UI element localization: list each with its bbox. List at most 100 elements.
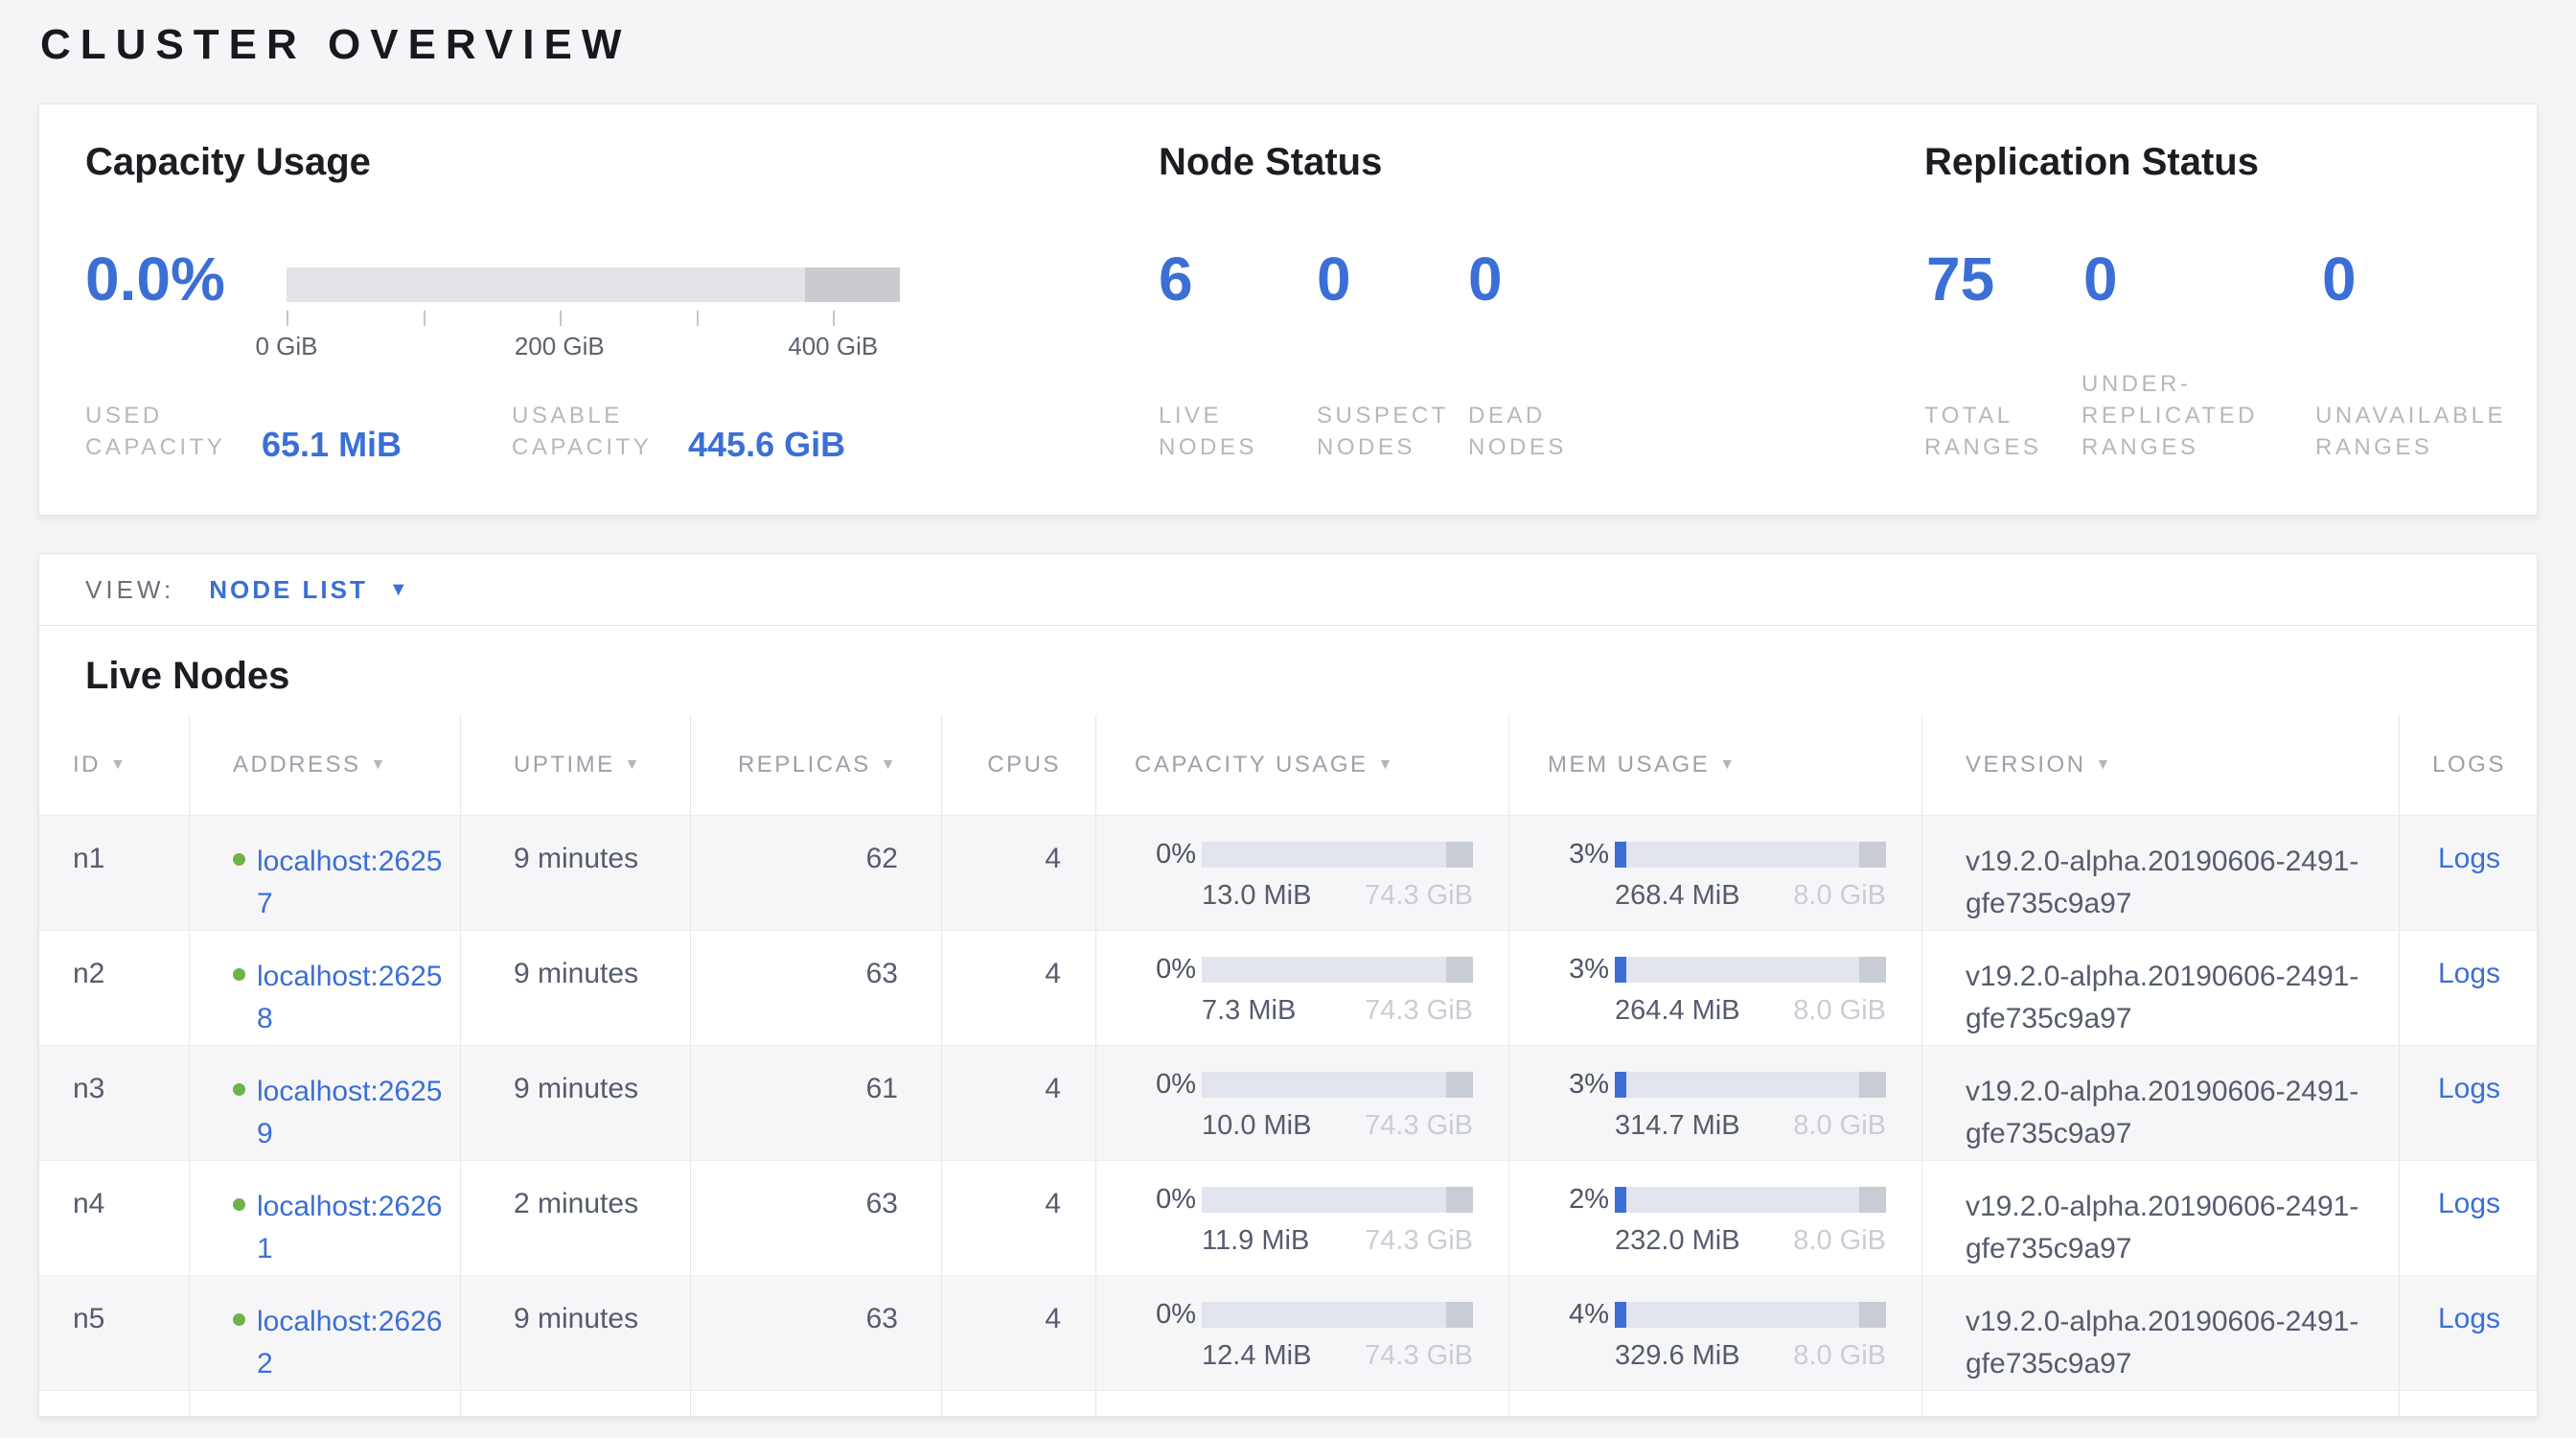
usable-capacity-label: USABLE CAPACITY	[512, 400, 673, 463]
mem-bar	[1615, 842, 1886, 868]
under-replicated-ranges-stat: 0 UNDER-REPLICATED RANGES	[2082, 104, 2312, 515]
column-header-mem-usage[interactable]: MEM USAGE ▼	[1509, 715, 1922, 815]
sort-arrow-icon: ▼	[1719, 756, 1736, 774]
chevron-down-icon[interactable]: ▼	[389, 579, 408, 601]
axis-label-0gib: 0 GiB	[255, 332, 317, 361]
capacity-used-value: 10.0 MiB	[1202, 1110, 1311, 1142]
mem-used-value: 232.0 MiB	[1615, 1225, 1740, 1257]
capacity-gauge-reserved-segment	[805, 267, 900, 302]
under-replicated-ranges-label: UNDER-REPLICATED RANGES	[2082, 368, 2273, 463]
logs-link[interactable]: Logs	[2438, 1188, 2500, 1219]
usable-capacity-value: 445.6 GiB	[688, 427, 845, 463]
logs-cell: Logs	[2400, 1161, 2538, 1275]
capacity-usage-cell: 0% 13.0 MiB 74.3 GiB	[1096, 816, 1509, 930]
table-row: n2 localhost:26258 9 minutes 63 4 0%	[39, 930, 2538, 1045]
cpus-cell: 4	[942, 816, 1096, 930]
live-nodes-value: 6	[1159, 246, 1193, 312]
capacity-usage-panel: Capacity Usage 0.0% 0 GiB 200 GiB 4	[85, 104, 1139, 515]
dead-nodes-stat: 0 DEAD NODES	[1468, 104, 1622, 515]
node-address-link[interactable]: localhost:26259	[257, 1071, 453, 1155]
node-list-card: VIEW: NODE LIST ▼ Live Nodes ID ▼ ADDRES…	[38, 553, 2538, 1417]
capacity-bar	[1202, 957, 1473, 983]
version-cell: v19.2.0-alpha.20190606-2491-gfe735c9a97	[1922, 1161, 2400, 1275]
mem-total-value: 8.0 GiB	[1793, 995, 1886, 1027]
node-address-cell: localhost:26262	[190, 1276, 461, 1390]
capacity-usage-cell: 0% 7.3 MiB 74.3 GiB	[1096, 931, 1509, 1045]
capacity-total-value: 74.3 GiB	[1365, 1110, 1473, 1142]
mem-total-value: 8.0 GiB	[1793, 1340, 1886, 1372]
cluster-overview-page: CLUSTER OVERVIEW Capacity Usage 0.0%	[0, 0, 2576, 1438]
node-live-dot-icon	[233, 1198, 245, 1211]
capacity-percent-value: 0.0%	[85, 246, 225, 312]
unavailable-ranges-value: 0	[2322, 246, 2357, 312]
capacity-percent: 0%	[1135, 839, 1196, 870]
capacity-percent: 0%	[1135, 1299, 1196, 1331]
capacity-total-value: 74.3 GiB	[1365, 1225, 1473, 1257]
cpus-cell: 4	[942, 1046, 1096, 1160]
column-header-capacity-usage[interactable]: CAPACITY USAGE ▼	[1096, 715, 1509, 815]
node-address-link[interactable]: localhost:26262	[257, 1301, 453, 1385]
column-header-address[interactable]: ADDRESS ▼	[190, 715, 461, 815]
mem-bar	[1615, 1187, 1886, 1213]
table-row-clipped	[39, 1390, 2538, 1417]
cpus-cell: 4	[942, 1161, 1096, 1275]
capacity-gauge: 0 GiB 200 GiB 400 GiB	[287, 267, 900, 360]
mem-percent: 3%	[1548, 1069, 1609, 1101]
version-cell: v19.2.0-alpha.20190606-2491-gfe735c9a97	[1922, 816, 2400, 930]
axis-label-400gib: 400 GiB	[788, 332, 878, 361]
table-header-row: ID ▼ ADDRESS ▼ UPTIME ▼ REPLICAS ▼ CPUS …	[39, 715, 2538, 815]
column-header-replicas[interactable]: REPLICAS ▼	[691, 715, 942, 815]
total-ranges-label: TOTAL RANGES	[1924, 400, 2058, 463]
column-header-uptime[interactable]: UPTIME ▼	[461, 715, 691, 815]
node-address-cell: localhost:26257	[190, 816, 461, 930]
capacity-total-value: 74.3 GiB	[1365, 995, 1473, 1027]
capacity-bar	[1202, 842, 1473, 868]
capacity-bar	[1202, 1302, 1473, 1328]
unavailable-ranges-label: UNAVAILABLE RANGES	[2315, 400, 2531, 463]
node-address-link[interactable]: localhost:26258	[257, 956, 453, 1040]
mem-total-value: 8.0 GiB	[1793, 1225, 1886, 1257]
capacity-bar	[1202, 1072, 1473, 1098]
mem-bar	[1615, 957, 1886, 983]
logs-link[interactable]: Logs	[2438, 843, 2500, 874]
dead-nodes-label: DEAD NODES	[1468, 400, 1593, 463]
suspect-nodes-label: SUSPECT NODES	[1317, 400, 1465, 463]
capacity-percent: 0%	[1135, 1184, 1196, 1216]
uptime-cell: 9 minutes	[461, 1276, 691, 1390]
suspect-nodes-stat: 0 SUSPECT NODES	[1317, 104, 1470, 515]
view-dropdown[interactable]: NODE LIST ▼	[209, 575, 407, 605]
used-capacity-stat: USED CAPACITY 65.1 MiB	[85, 400, 402, 463]
node-id-cell: n4	[39, 1161, 190, 1275]
column-header-version[interactable]: VERSION ▼	[1922, 715, 2400, 815]
capacity-usage-cell: 0% 11.9 MiB 74.3 GiB	[1096, 1161, 1509, 1275]
mem-used-value: 314.7 MiB	[1615, 1110, 1740, 1142]
capacity-percent: 0%	[1135, 1069, 1196, 1101]
table-row: n5 localhost:26262 9 minutes 63 4 0%	[39, 1275, 2538, 1390]
column-header-id[interactable]: ID ▼	[39, 715, 190, 815]
mem-percent: 3%	[1548, 839, 1609, 870]
node-id-cell: n1	[39, 816, 190, 930]
mem-bar	[1615, 1302, 1886, 1328]
suspect-nodes-value: 0	[1317, 246, 1351, 312]
replicas-cell: 62	[691, 816, 942, 930]
logs-link[interactable]: Logs	[2438, 1073, 2500, 1104]
live-nodes-title: Live Nodes	[85, 655, 2537, 698]
replicas-cell: 63	[691, 1161, 942, 1275]
mem-used-value: 268.4 MiB	[1615, 880, 1740, 912]
cpus-cell: 4	[942, 931, 1096, 1045]
used-capacity-value: 65.1 MiB	[262, 427, 402, 463]
under-replicated-ranges-value: 0	[2083, 246, 2118, 312]
node-address-link[interactable]: localhost:26261	[257, 1186, 453, 1270]
node-address-link[interactable]: localhost:26257	[257, 841, 453, 925]
mem-percent: 3%	[1548, 954, 1609, 986]
node-live-dot-icon	[233, 853, 245, 866]
node-address-cell: localhost:26259	[190, 1046, 461, 1160]
column-header-logs: LOGS	[2400, 715, 2538, 815]
table-row: n1 localhost:26257 9 minutes 62 4 0%	[39, 815, 2538, 930]
view-dropdown-value[interactable]: NODE LIST	[209, 575, 368, 605]
capacity-percent: 0%	[1135, 954, 1196, 986]
logs-link[interactable]: Logs	[2438, 958, 2500, 989]
node-status-panel: Node Status 6 LIVE NODES 0 SUSPECT NODES…	[1159, 104, 1906, 515]
logs-link[interactable]: Logs	[2438, 1303, 2500, 1334]
logs-cell: Logs	[2400, 931, 2538, 1045]
